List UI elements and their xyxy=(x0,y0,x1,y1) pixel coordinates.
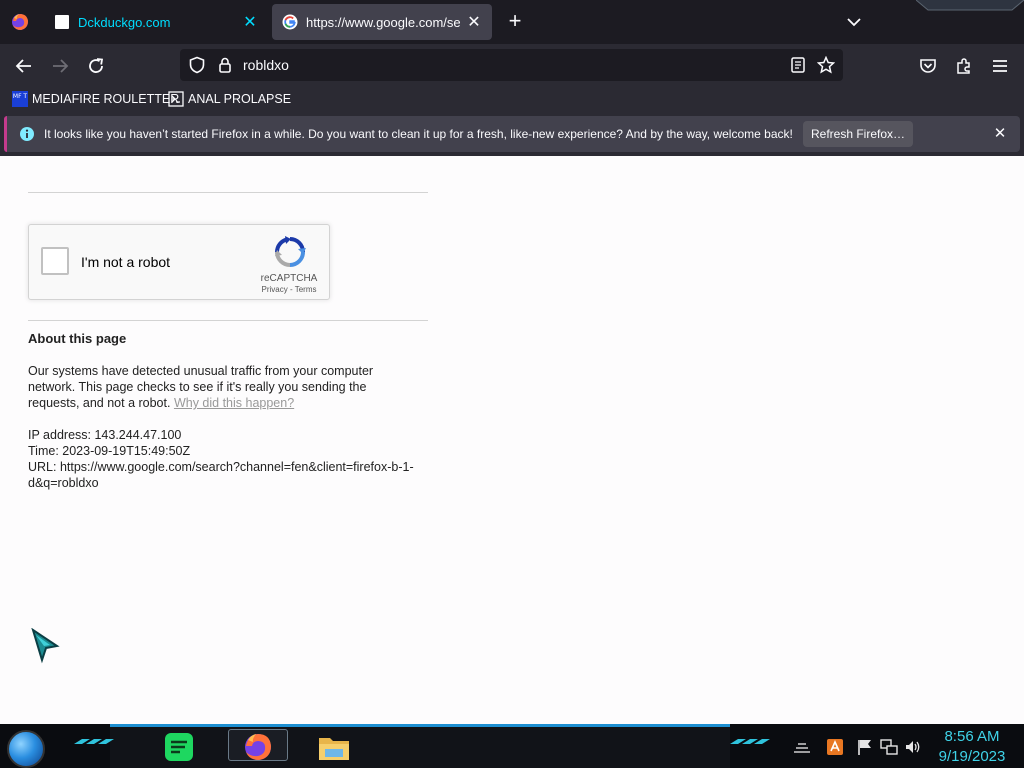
message-line: requests, and not a robot. Why did this … xyxy=(28,395,432,411)
notification-accent xyxy=(4,116,7,152)
start-button[interactable] xyxy=(7,730,45,768)
reload-icon xyxy=(89,58,104,73)
flag-icon[interactable] xyxy=(856,738,874,756)
message-line: Our systems have detected unusual traffi… xyxy=(28,364,374,378)
recaptcha-label: I'm not a robot xyxy=(81,254,171,270)
mft-icon: MF T xyxy=(12,91,28,107)
show-hidden-icons-icon[interactable] xyxy=(793,738,811,756)
recaptcha-logo-icon xyxy=(275,236,306,267)
tab-strip: Dckduckgo.com ✕ https://www.google.com/s… xyxy=(0,0,1024,44)
message-line: network. This page checks to see if it's… xyxy=(28,380,367,394)
clock-date[interactable]: 9/19/2023 xyxy=(930,748,1014,765)
taskbar-app-explorer[interactable] xyxy=(316,730,352,764)
tab-title: Dckduckgo.com xyxy=(78,14,171,30)
taskbar xyxy=(0,724,1024,768)
recaptcha-brand: reCAPTCHA xyxy=(260,273,318,284)
close-icon[interactable]: ✕ xyxy=(992,126,1008,142)
about-heading: About this page xyxy=(28,331,127,346)
volume-icon[interactable] xyxy=(904,738,922,756)
lock-icon[interactable] xyxy=(216,56,234,74)
google-icon xyxy=(282,14,298,30)
menu-button[interactable] xyxy=(986,52,1014,80)
new-tab-button[interactable]: + xyxy=(503,10,527,34)
request-url: URL: https://www.google.com/search?chann… xyxy=(28,460,414,474)
bookmarks-toolbar: MF T MEDIAFIRE ROULETTER ANAL PROLAPSE xyxy=(0,86,1024,112)
request-details: IP address: 143.244.47.100 Time: 2023-09… xyxy=(28,427,432,491)
bookmark-label: MEDIAFIRE ROULETTER xyxy=(32,92,180,106)
firefox-icon xyxy=(245,734,271,760)
timestamp: Time: 2023-09-19T15:49:50Z xyxy=(28,444,191,458)
spotify-icon xyxy=(165,733,193,761)
decorative-chevrons-icon xyxy=(730,739,770,744)
unusual-traffic-message: Our systems have detected unusual traffi… xyxy=(28,363,432,411)
close-icon[interactable]: ✕ xyxy=(466,14,482,31)
blank-page-icon xyxy=(54,14,70,30)
decorative-chevrons-icon xyxy=(74,739,114,744)
window-frame-decoration xyxy=(916,0,1024,11)
info-icon xyxy=(20,127,34,141)
arrow-right-icon xyxy=(53,59,69,73)
refresh-firefox-button[interactable]: Refresh Firefox… xyxy=(803,121,913,147)
bookmark-mediafire[interactable]: MF T MEDIAFIRE ROULETTER xyxy=(12,90,179,108)
bookmark-prolapse[interactable]: ANAL PROLAPSE xyxy=(168,90,291,108)
pocket-icon xyxy=(920,59,936,73)
url-bar[interactable]: robldxo xyxy=(180,49,843,81)
arrow-left-icon xyxy=(15,59,31,73)
tab-duckduckgo[interactable]: Dckduckgo.com ✕ xyxy=(44,4,268,40)
forward-button[interactable] xyxy=(46,52,74,80)
taskbar-band xyxy=(110,724,730,768)
recaptcha-widget: I'm not a robot reCAPTCHA Privacy - Term… xyxy=(28,224,330,300)
reload-button[interactable] xyxy=(82,52,110,80)
tab-title: https://www.google.com/search xyxy=(306,14,460,30)
firefox-icon[interactable] xyxy=(10,12,30,32)
divider xyxy=(28,320,428,321)
recaptcha-checkbox[interactable] xyxy=(41,247,69,275)
recaptcha-links[interactable]: Privacy - Terms xyxy=(247,285,331,294)
navigation-bar: robldxo xyxy=(0,44,1024,86)
taskbar-app-notes[interactable] xyxy=(161,730,197,764)
star-icon[interactable] xyxy=(817,56,835,74)
terminal-icon xyxy=(168,91,184,107)
message-text: requests, and not a robot. xyxy=(28,396,171,410)
bookmark-label: ANAL PROLAPSE xyxy=(188,92,292,106)
mouse-cursor-icon xyxy=(31,628,60,664)
page-content: I'm not a robot reCAPTCHA Privacy - Term… xyxy=(0,156,1024,724)
chevron-down-icon[interactable] xyxy=(844,12,864,32)
notification-message: It looks like you haven’t started Firefo… xyxy=(44,127,793,141)
taskbar-app-firefox[interactable] xyxy=(240,730,276,764)
divider xyxy=(28,192,428,193)
hamburger-icon xyxy=(993,60,1007,72)
puzzle-icon xyxy=(957,58,970,74)
back-button[interactable] xyxy=(10,52,38,80)
request-url-continued: d&q=robldxo xyxy=(28,476,99,490)
network-icon[interactable] xyxy=(880,738,898,756)
file-explorer-icon xyxy=(319,738,349,760)
clock-time[interactable]: 8:56 AM xyxy=(938,728,1006,745)
pocket-button[interactable] xyxy=(914,52,942,80)
notification-bar: It looks like you haven’t started Firefo… xyxy=(0,112,1024,156)
ip-address: IP address: 143.244.47.100 xyxy=(28,428,182,442)
app-icon[interactable] xyxy=(826,738,844,756)
extensions-button[interactable] xyxy=(950,52,978,80)
url-input[interactable]: robldxo xyxy=(243,57,289,73)
close-icon[interactable]: ✕ xyxy=(242,14,258,31)
why-did-this-happen-link[interactable]: Why did this happen? xyxy=(174,396,294,410)
shield-icon[interactable] xyxy=(188,56,206,74)
svg-text:MF T: MF T xyxy=(13,93,28,100)
tab-google[interactable]: https://www.google.com/search ✕ xyxy=(272,4,492,40)
reader-view-icon[interactable] xyxy=(789,56,807,74)
notification-box: It looks like you haven’t started Firefo… xyxy=(4,116,1020,152)
